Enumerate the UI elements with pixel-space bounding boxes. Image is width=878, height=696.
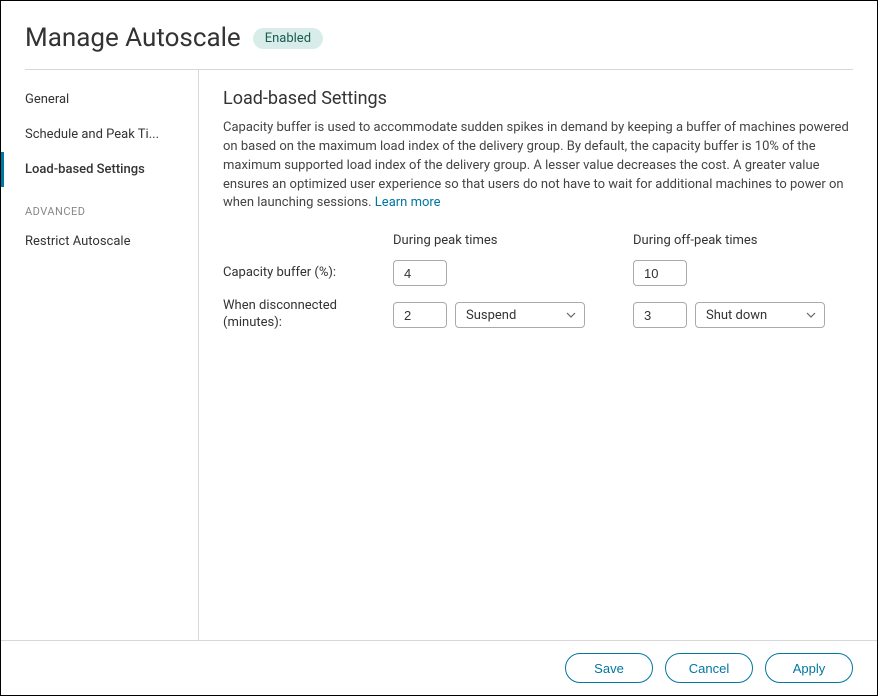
header: Manage Autoscale Enabled — [1, 1, 877, 69]
disconnect-peak-cell: Suspend — [393, 302, 613, 328]
column-header-peak: During peak times — [393, 233, 613, 248]
settings-grid: During peak times During off-peak times … — [223, 233, 853, 332]
capacity-offpeak-cell — [633, 260, 853, 286]
main-content: Load-based Settings Capacity buffer is u… — [199, 70, 877, 640]
chevron-down-icon — [566, 312, 576, 318]
sidebar-item-restrict[interactable]: Restrict Autoscale — [1, 224, 198, 259]
description-text: Capacity buffer is used to accommodate s… — [223, 120, 849, 210]
disconnect-offpeak-cell: Shut down — [633, 302, 853, 328]
capacity-offpeak-input[interactable] — [633, 260, 687, 286]
status-badge: Enabled — [253, 28, 323, 49]
learn-more-link[interactable]: Learn more — [375, 195, 441, 210]
capacity-peak-input[interactable] — [393, 260, 447, 286]
chevron-down-icon — [806, 312, 816, 318]
disconnect-peak-action-value: Suspend — [466, 308, 516, 323]
disconnect-offpeak-action-value: Shut down — [706, 308, 767, 323]
capacity-buffer-label: Capacity buffer (%): — [223, 265, 393, 282]
save-button[interactable]: Save — [565, 653, 653, 683]
sidebar: General Schedule and Peak Ti... Load-bas… — [1, 70, 199, 640]
disconnect-peak-min-input[interactable] — [393, 302, 447, 328]
footer: Save Cancel Apply — [1, 640, 877, 695]
page-title: Manage Autoscale — [25, 23, 241, 53]
section-title: Load-based Settings — [223, 88, 853, 109]
disconnect-offpeak-min-input[interactable] — [633, 302, 687, 328]
disconnect-offpeak-action-select[interactable]: Shut down — [695, 302, 825, 328]
sidebar-item-load-based[interactable]: Load-based Settings — [1, 152, 198, 187]
apply-button[interactable]: Apply — [765, 653, 853, 683]
disconnect-peak-action-select[interactable]: Suspend — [455, 302, 585, 328]
sidebar-advanced-heading: ADVANCED — [1, 187, 198, 224]
sidebar-item-schedule[interactable]: Schedule and Peak Ti... — [1, 117, 198, 152]
section-description: Capacity buffer is used to accommodate s… — [223, 119, 853, 213]
disconnect-label: When disconnected (minutes): — [223, 298, 393, 332]
column-header-offpeak: During off-peak times — [633, 233, 853, 248]
body: General Schedule and Peak Ti... Load-bas… — [1, 70, 877, 640]
sidebar-item-general[interactable]: General — [1, 82, 198, 117]
cancel-button[interactable]: Cancel — [665, 653, 753, 683]
capacity-peak-cell — [393, 260, 613, 286]
